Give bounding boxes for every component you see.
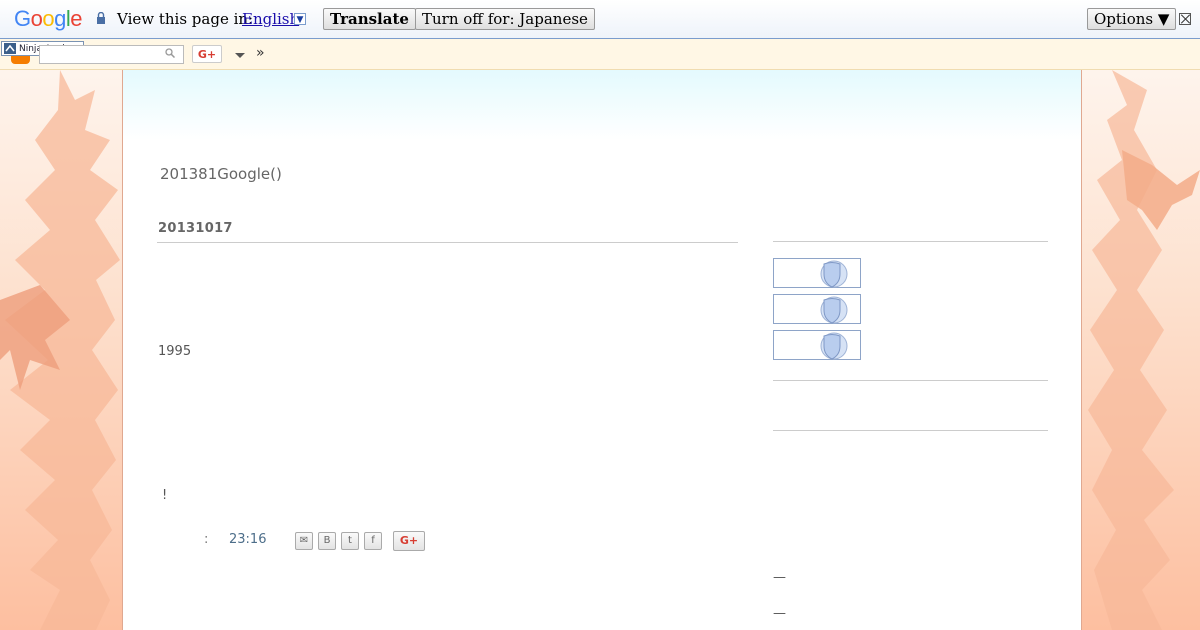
- blogger-navbar: Ninja Analyze »: [0, 39, 1200, 70]
- google-logo: Google: [14, 6, 83, 31]
- turn-off-button[interactable]: Turn off for: Japanese: [415, 8, 595, 30]
- more-link[interactable]: »: [256, 45, 265, 61]
- right-tree-decoration: [1082, 70, 1200, 630]
- sidebar-link[interactable]: —: [773, 606, 786, 621]
- facebook-share-icon[interactable]: f: [364, 532, 382, 550]
- security-badge[interactable]: [773, 258, 861, 288]
- email-share-icon[interactable]: ✉: [295, 532, 313, 550]
- shield-icon: [820, 332, 848, 360]
- post-body-text: !: [162, 488, 168, 503]
- options-button[interactable]: Options ▼: [1087, 8, 1177, 30]
- ninja-icon: [4, 43, 16, 54]
- twitter-share-icon[interactable]: t: [341, 532, 359, 550]
- sidebar-divider: [773, 380, 1048, 381]
- security-badge[interactable]: [773, 330, 861, 360]
- language-dropdown-icon[interactable]: ▼: [294, 13, 306, 25]
- sidebar-divider: [773, 430, 1048, 431]
- sidebar-divider: [773, 241, 1048, 242]
- translate-bar: Google View this page in: English ▼ Tran…: [0, 0, 1200, 39]
- post-body-text: 1995: [158, 344, 192, 359]
- left-tree-decoration: [0, 70, 122, 630]
- post-author-label: :: [204, 532, 209, 547]
- date-header: 20131017: [158, 221, 233, 236]
- sidebar-link[interactable]: —: [773, 570, 786, 585]
- search-icon[interactable]: [165, 48, 175, 58]
- blog-content: 201381Google() 20131017 1995 ! : 23:16 ✉…: [122, 70, 1082, 630]
- lock-icon: [97, 12, 105, 24]
- shield-icon: [820, 260, 848, 288]
- search-input[interactable]: [39, 45, 184, 64]
- security-badge[interactable]: [773, 294, 861, 324]
- translate-label: View this page in:: [117, 10, 254, 28]
- gplus-share-button[interactable]: G+: [393, 531, 425, 551]
- divider: [157, 242, 738, 243]
- chevron-down-icon[interactable]: [235, 53, 245, 58]
- gplus-button[interactable]: G+: [192, 45, 222, 63]
- shield-icon: [820, 296, 848, 324]
- language-link[interactable]: English: [242, 10, 299, 28]
- blog-share-icon[interactable]: B: [318, 532, 336, 550]
- translate-button[interactable]: Translate: [323, 8, 416, 30]
- close-icon[interactable]: [1179, 13, 1191, 25]
- post-timestamp-link[interactable]: 23:16: [229, 532, 266, 547]
- blog-title[interactable]: 201381Google(): [160, 165, 282, 183]
